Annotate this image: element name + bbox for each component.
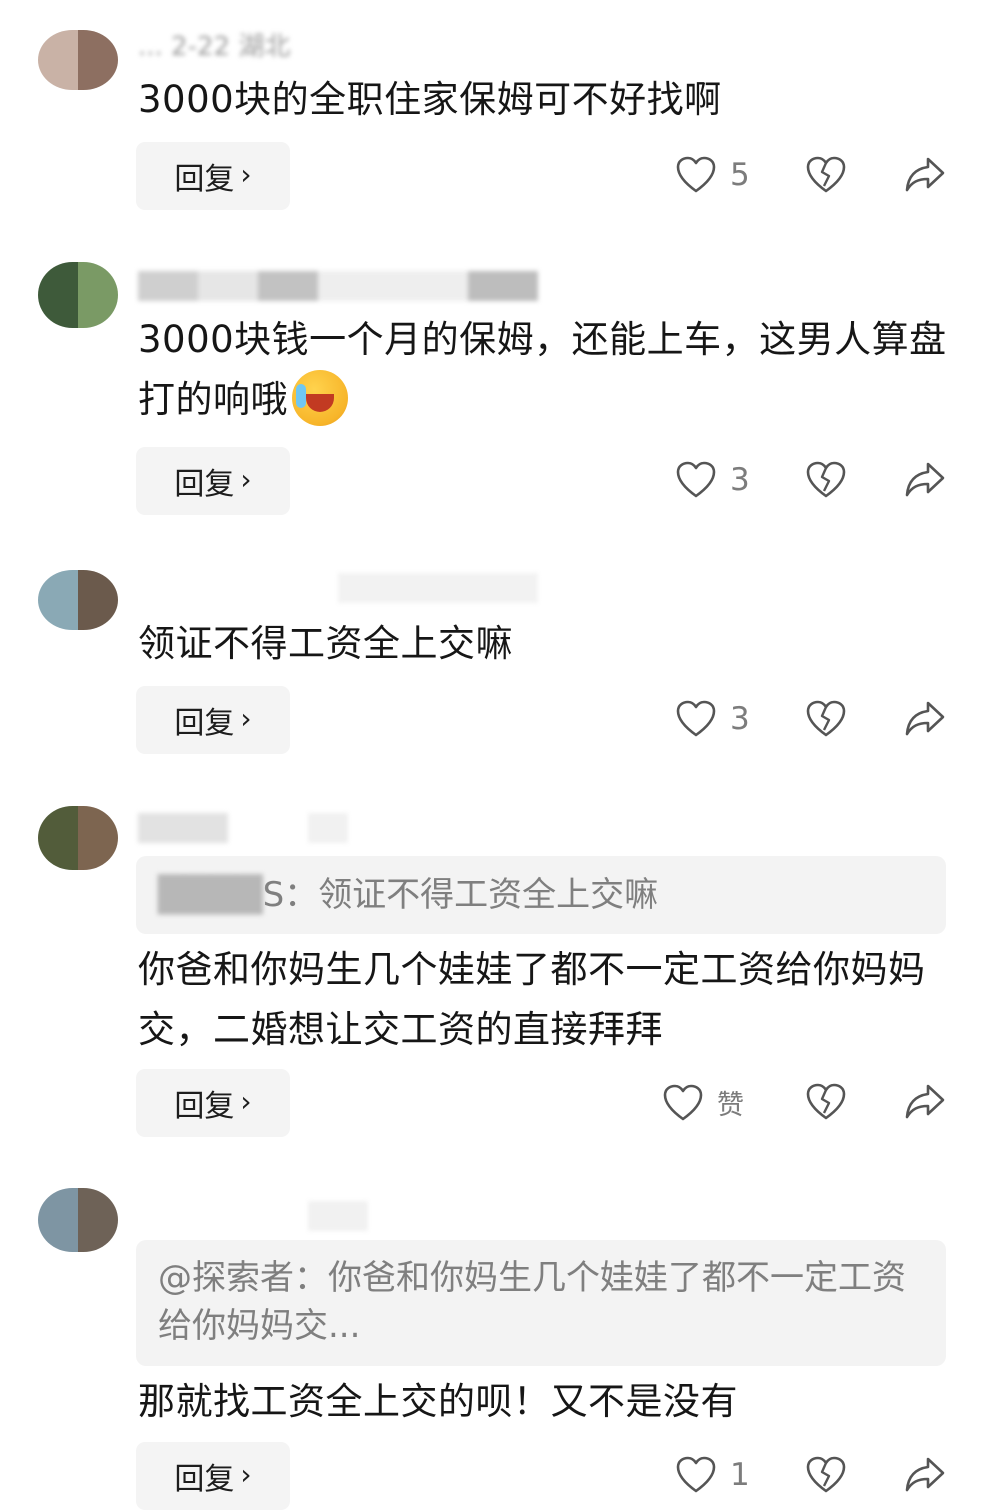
- redacted-block: [138, 812, 228, 843]
- reply-label: 回复: [174, 162, 235, 197]
- avatar[interactable]: [38, 262, 118, 328]
- comment-meta: [138, 270, 538, 304]
- comment-meta: [138, 812, 348, 846]
- reply-button[interactable]: 回复 ›: [136, 686, 290, 754]
- comment-text: 那就找工资全上交的呗！又不是没有: [138, 1380, 738, 1423]
- chevron-right-icon: ›: [240, 1458, 252, 1491]
- share-arrow-icon: [905, 1084, 945, 1119]
- chevron-right-icon: ›: [240, 158, 252, 191]
- broken-heart-icon: [806, 156, 846, 193]
- heart-outline-icon: [676, 700, 716, 737]
- heart-outline-icon: [676, 461, 716, 498]
- dislike-button[interactable]: [806, 1083, 846, 1121]
- quoted-comment[interactable]: @探索者：你爸和你妈生几个娃娃了都不一定工资给你妈妈交...: [136, 1240, 946, 1366]
- avatar[interactable]: [38, 1188, 118, 1252]
- quoted-comment[interactable]: ████S：领证不得工资全上交嘛: [136, 856, 946, 934]
- heart-outline-icon: [676, 1456, 716, 1493]
- broken-heart-icon: [806, 1083, 846, 1120]
- reply-label: 回复: [174, 706, 235, 741]
- redacted-block: [338, 572, 538, 603]
- like-button[interactable]: 3: [676, 700, 750, 738]
- like-button[interactable]: 5: [676, 156, 750, 194]
- like-count: 5: [730, 157, 750, 193]
- comment-text-content: 3000块钱一个月的保姆，还能上车，这男人算盘打的响哦: [138, 318, 947, 421]
- share-button[interactable]: [904, 700, 946, 738]
- redacted-block: [138, 270, 198, 301]
- reply-button[interactable]: 回复 ›: [136, 142, 290, 210]
- redacted-block: [258, 270, 318, 301]
- comment-meta: ... 2-22 湖北: [138, 32, 291, 62]
- like-button[interactable]: 3: [676, 461, 750, 499]
- avatar[interactable]: [38, 30, 118, 90]
- quote-prefix: S：: [262, 875, 319, 915]
- share-arrow-icon: [905, 1457, 945, 1492]
- like-button[interactable]: 赞: [663, 1083, 744, 1122]
- broken-heart-icon: [806, 1456, 846, 1493]
- avatar[interactable]: [38, 806, 118, 870]
- comment-text: 3000块的全职住家保姆可不好找啊: [138, 78, 722, 121]
- redacted-block: [318, 270, 468, 301]
- share-button[interactable]: [904, 156, 946, 194]
- heart-outline-icon: [676, 156, 716, 193]
- redacted-block: [198, 270, 258, 301]
- like-button[interactable]: 1: [676, 1456, 750, 1494]
- reply-label: 回复: [174, 1089, 235, 1124]
- chevron-right-icon: ›: [240, 1085, 252, 1118]
- comment-meta: [138, 572, 538, 606]
- reply-label: 回复: [174, 1462, 235, 1497]
- share-arrow-icon: [905, 462, 945, 497]
- share-arrow-icon: [905, 157, 945, 192]
- like-count: 1: [730, 1457, 750, 1493]
- redacted-block: [468, 270, 538, 301]
- share-button[interactable]: [904, 461, 946, 499]
- comment-text: 领证不得工资全上交嘛: [138, 622, 513, 665]
- quote-text: 领证不得工资全上交嘛: [318, 875, 659, 915]
- reply-label: 回复: [174, 467, 235, 502]
- dislike-button[interactable]: [806, 1456, 846, 1494]
- like-label: 赞: [717, 1090, 744, 1121]
- broken-heart-icon: [806, 461, 846, 498]
- redacted-block: [308, 1200, 368, 1231]
- comment-text: 3000块钱一个月的保姆，还能上车，这男人算盘打的响哦: [138, 310, 948, 430]
- redacted-block: [308, 812, 348, 843]
- share-arrow-icon: [905, 701, 945, 736]
- like-count: 3: [730, 462, 750, 498]
- reply-button[interactable]: 回复 ›: [136, 1069, 290, 1137]
- dislike-button[interactable]: [806, 156, 846, 194]
- reply-button[interactable]: 回复 ›: [136, 447, 290, 515]
- redacted-username: ████: [158, 875, 263, 915]
- dislike-button[interactable]: [806, 461, 846, 499]
- like-count: 3: [730, 701, 750, 737]
- reply-button[interactable]: 回复 ›: [136, 1442, 290, 1510]
- comment-text: 你爸和你妈生几个娃娃了都不一定工资给你妈妈交，二婚想让交工资的直接拜拜: [138, 948, 926, 1051]
- chevron-right-icon: ›: [240, 463, 252, 496]
- dislike-button[interactable]: [806, 700, 846, 738]
- comment-meta: [138, 1200, 368, 1234]
- share-button[interactable]: [904, 1083, 946, 1121]
- broken-heart-icon: [806, 700, 846, 737]
- share-button[interactable]: [904, 1456, 946, 1494]
- chevron-right-icon: ›: [240, 702, 252, 735]
- avatar[interactable]: [38, 570, 118, 630]
- heart-outline-icon: [663, 1084, 703, 1120]
- laugh-cry-emoji-icon: [292, 369, 348, 426]
